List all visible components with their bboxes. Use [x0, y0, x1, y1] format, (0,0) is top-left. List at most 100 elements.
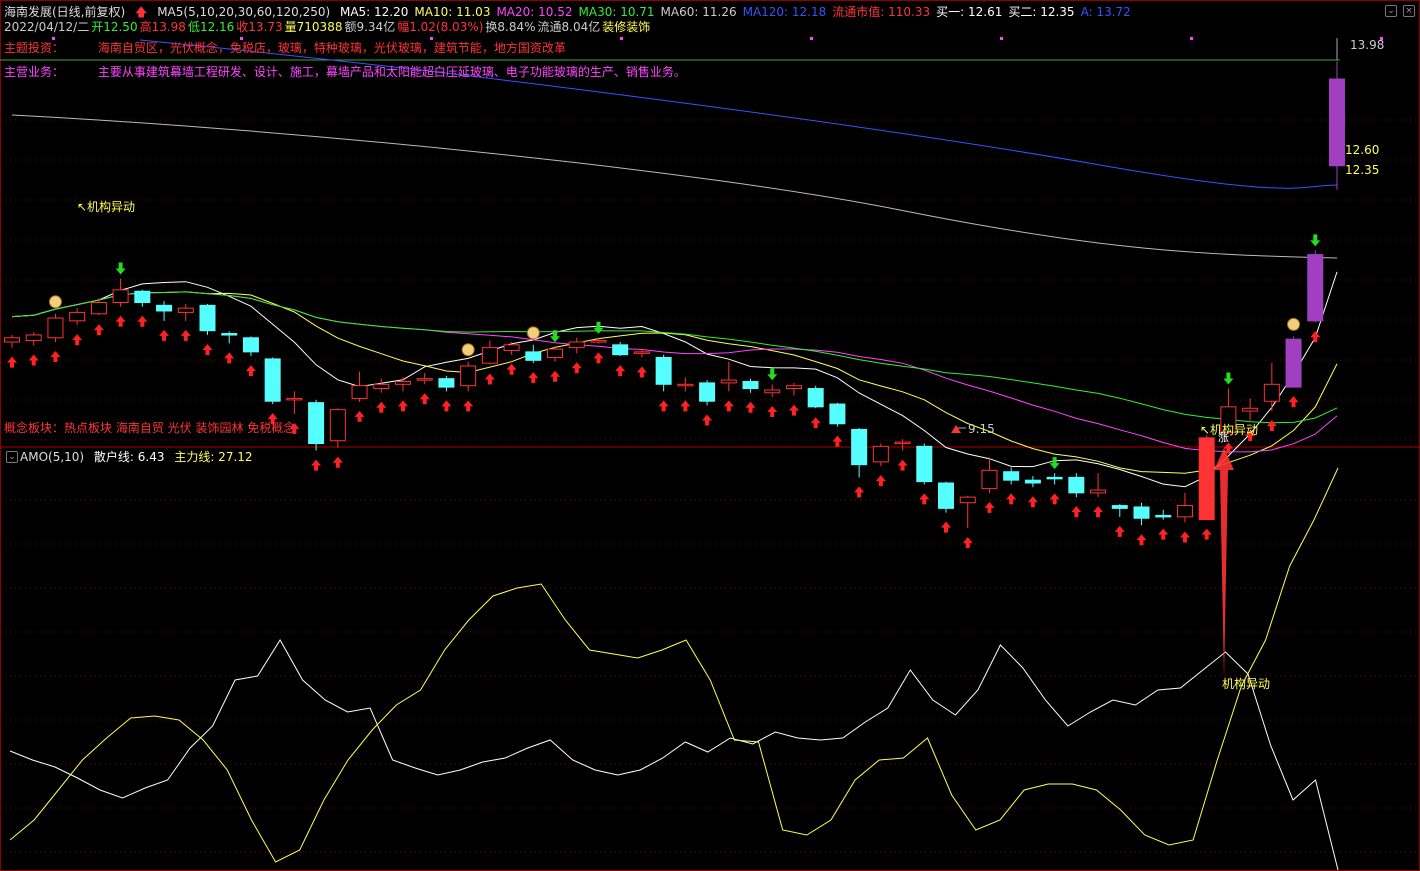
candle-body: [286, 397, 303, 401]
candle-body: [851, 428, 868, 466]
up-arrow-icon: [115, 315, 126, 327]
indicator-name[interactable]: AMO(5,10): [20, 450, 84, 464]
down-arrow-icon: [115, 262, 126, 275]
candle: [1176, 492, 1193, 523]
candle-body: [1003, 471, 1020, 481]
stat-value-4: 收13.73: [236, 20, 283, 34]
candle-body: [829, 403, 846, 425]
candle-body: [1176, 505, 1193, 518]
up-arrow-icon: [984, 501, 995, 513]
low-marker-icon: [951, 425, 961, 433]
up-arrow-icon: [745, 401, 756, 413]
stat-values: 2022/04/12/二 开12.50 高13.98 低12.16 收13.73 量710…: [4, 20, 652, 34]
indicator-header: AMO(5,10) 散户线: 6.43 主力线: 27.12: [20, 450, 259, 464]
up-arrow-icon: [484, 373, 495, 385]
up-arrow-icon: [1288, 396, 1299, 408]
candle-body: [394, 380, 411, 385]
up-arrow-icon: [550, 370, 561, 382]
stat-value-5: 量710388: [284, 20, 343, 34]
institution-note-1: ↖机构异动: [77, 200, 136, 214]
ma-settings-label[interactable]: MA5(5,10,20,30,60,120,250): [157, 5, 330, 19]
candle: [742, 378, 759, 393]
stat-value-1: 开12.50: [91, 20, 138, 34]
candle: [894, 439, 911, 451]
candle-body: [807, 388, 824, 408]
candle-body: [1046, 476, 1063, 480]
up-arrow-icon: [28, 354, 39, 366]
up-arrow-icon: [1158, 528, 1169, 540]
candle-body: [1329, 78, 1345, 167]
top-dot: [1190, 37, 1193, 40]
candle: [438, 375, 455, 392]
candle: [177, 303, 194, 321]
up-arrow-icon: [1027, 496, 1038, 508]
candle-body: [568, 341, 585, 349]
candle-body: [547, 348, 564, 359]
down-arrow-icon: [593, 321, 604, 334]
candle-body: [1285, 338, 1302, 388]
candle-body: [308, 402, 325, 445]
candle-body: [156, 304, 173, 312]
top-dot: [52, 37, 55, 40]
candle: [655, 354, 672, 392]
candle: [460, 361, 477, 392]
candle: [351, 371, 368, 402]
up-arrow-icon: [615, 365, 626, 377]
candle: [612, 342, 629, 357]
up-arrow-icon: [50, 351, 61, 362]
candle-body: [177, 307, 194, 313]
ma-value-7: 买一: 12.61: [936, 5, 1003, 19]
candle: [938, 481, 955, 513]
up-arrow-icon: [224, 352, 235, 364]
up-arrow-icon: [159, 329, 170, 341]
business-row: 主营业务： 主要从事建筑幕墙工程研发、设计、施工，幕墙产品和太阳能超白压延玻璃、…: [4, 65, 692, 79]
up-arrow-icon: [810, 417, 821, 429]
chart-overlay: [951, 38, 1338, 680]
header-row-1: 海南发展(日线,前复权) 🡅 MA5(5,10,20,30,60,120,250…: [4, 5, 1143, 19]
up-arrow-icon: [832, 435, 843, 447]
up-arrow-icon: [854, 486, 865, 498]
stock-title[interactable]: 海南发展(日线,前复权): [4, 5, 125, 19]
candle: [156, 301, 173, 321]
candle-body: [242, 337, 259, 353]
candle-body: [590, 340, 607, 343]
up-arrow-icon: [1310, 331, 1321, 343]
close-icon[interactable]: ×: [1403, 5, 1415, 17]
candle-body: [785, 385, 802, 390]
up-arrow-icon: [897, 459, 908, 471]
candle-body: [872, 445, 889, 463]
candle-body: [959, 496, 976, 504]
candle: [1111, 504, 1128, 517]
candle-body: [633, 351, 650, 354]
business-text: 主要从事建筑幕墙工程研发、设计、施工，幕墙产品和太阳能超白压延玻璃、电子功能玻璃…: [97, 65, 686, 79]
candle: [134, 289, 151, 307]
candle-body: [503, 344, 520, 351]
low-price-label: 9.15: [968, 422, 995, 436]
theme-label: 主题投资：: [4, 41, 65, 55]
concepts-text: 概念板块：热点板块 海南自贸 光伏 装饰园林 免税概念: [4, 421, 296, 435]
candle: [4, 334, 20, 348]
stat-value-8: 换8.84%: [485, 20, 536, 34]
candle: [47, 313, 64, 342]
price-label-a: 12.60: [1345, 143, 1380, 157]
candle: [286, 391, 303, 414]
top-dot: [430, 37, 433, 40]
top-dot: [620, 37, 623, 40]
up-arrow-icon: [93, 324, 104, 336]
candle-body: [90, 302, 107, 315]
stat-value-6: 额9.34亿: [344, 20, 396, 34]
up-arrow-icon: [919, 493, 930, 505]
up-arrow-icon: [962, 537, 973, 549]
candle: [1198, 435, 1215, 521]
up-arrow-icon: [7, 356, 17, 368]
candle: [1090, 473, 1107, 498]
up-arrow-icon: [506, 363, 517, 375]
chevron-down-icon[interactable]: ⌄: [1385, 5, 1397, 17]
down-arrow-icon: [767, 368, 778, 381]
candle: [373, 378, 390, 393]
chevron-down-icon[interactable]: ⌄: [6, 451, 18, 463]
candle-body: [742, 380, 759, 390]
candle: [851, 428, 868, 478]
candle-body: [1242, 407, 1259, 412]
up-arrow-icon: [593, 352, 604, 364]
